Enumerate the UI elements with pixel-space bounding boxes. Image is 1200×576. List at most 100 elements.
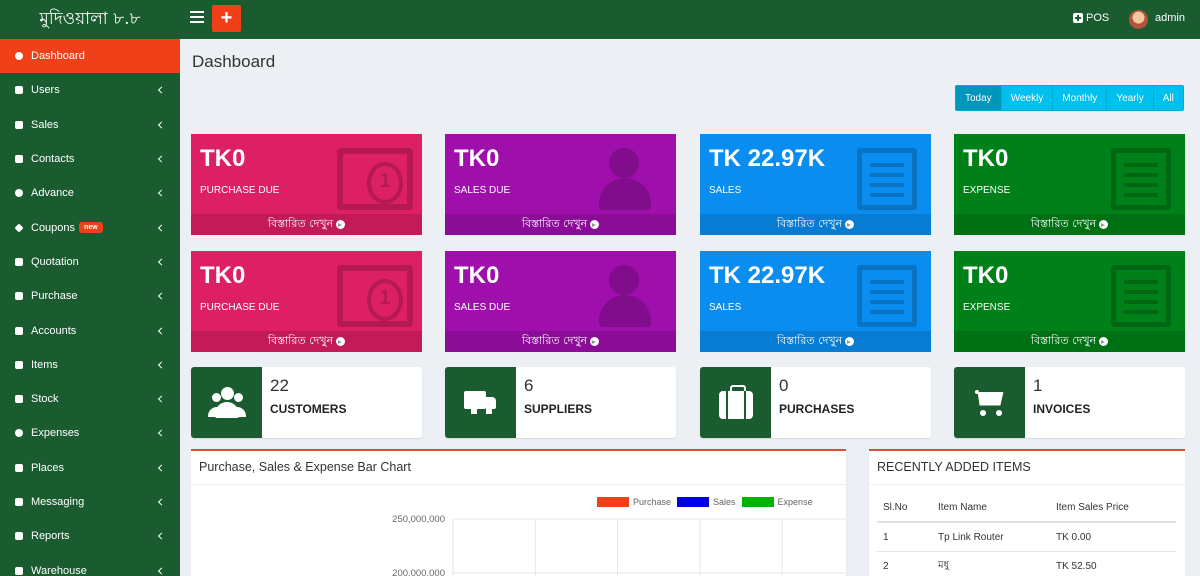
chevron-left-icon bbox=[157, 498, 166, 506]
chevron-left-icon bbox=[157, 258, 166, 266]
info-label: CUSTOMERS bbox=[270, 402, 347, 416]
stat-card-purchase-due: TK0 PURCHASE DUE বিস্তারিত দেখুন bbox=[191, 251, 422, 352]
envelope-icon bbox=[14, 497, 24, 507]
chevron-left-icon bbox=[157, 189, 166, 197]
y-tick-label: 200,000,000 bbox=[392, 568, 445, 576]
truck-icon bbox=[463, 390, 498, 415]
sidebar-item-label: Purchase bbox=[31, 290, 78, 303]
shopping-cart-icon bbox=[974, 389, 1006, 417]
sidebar-item-label: Dashboard bbox=[31, 50, 85, 63]
stat-card-purchase-due: TK0 PURCHASE DUE বিস্তারিত দেখুন bbox=[191, 134, 422, 235]
more-info-label: বিস্তারিত দেখুন bbox=[521, 334, 588, 347]
cart-icon bbox=[14, 120, 24, 130]
page-title: Dashboard bbox=[192, 52, 276, 71]
chevron-left-icon bbox=[157, 361, 166, 369]
arrow-circle-right-icon bbox=[336, 337, 346, 346]
stat-card-expense: TK0 EXPENSE বিস্তারিত দেখুন bbox=[954, 134, 1185, 235]
sidebar-item-places[interactable]: Places bbox=[0, 451, 180, 485]
stat-caption: SALES bbox=[709, 185, 742, 196]
more-info-link[interactable]: বিস্তারিত দেখুন bbox=[191, 214, 422, 235]
arrow-circle-right-icon bbox=[336, 220, 346, 229]
menu-toggle-icon[interactable] bbox=[190, 11, 204, 25]
arrow-circle-right-icon bbox=[590, 337, 600, 346]
more-info-link[interactable]: বিস্তারিত দেখুন bbox=[445, 331, 676, 352]
sidebar-item-label: Reports bbox=[31, 530, 70, 543]
stat-amount: TK0 bbox=[454, 262, 500, 289]
items-table: Sl.No Item Name Item Sales Price 1 Tp Link R… bbox=[877, 494, 1176, 576]
stat-card-sales: TK 22.97K SALES বিস্তারিত দেখুন bbox=[700, 134, 931, 235]
sidebar-item-advance[interactable]: Advance bbox=[0, 176, 180, 210]
info-icon-wrap bbox=[191, 367, 262, 438]
sidebar-item-purchase[interactable]: Purchase bbox=[0, 279, 180, 313]
range-monthly-button[interactable]: Monthly bbox=[1053, 86, 1108, 110]
sidebar-item-accounts[interactable]: Accounts bbox=[0, 313, 180, 347]
sidebar-item-reports[interactable]: Reports bbox=[0, 519, 180, 553]
stat-caption: PURCHASE DUE bbox=[200, 185, 280, 196]
stat-card-expense: TK0 EXPENSE বিস্তারিত দেখুন bbox=[954, 251, 1185, 352]
stat-caption: SALES DUE bbox=[454, 185, 511, 196]
calendar-check-icon bbox=[14, 257, 24, 267]
more-info-link[interactable]: বিস্তারিত দেখুন bbox=[700, 214, 931, 235]
info-icon-wrap bbox=[954, 367, 1025, 438]
table-cell: 1 bbox=[883, 531, 889, 543]
sidebar-item-label: Accounts bbox=[31, 324, 77, 337]
sidebar-item-sales[interactable]: Sales bbox=[0, 108, 180, 142]
pos-label: POS bbox=[1086, 12, 1110, 24]
sidebar: Dashboard Users Sales Contacts Advance Coupon… bbox=[0, 39, 180, 576]
minus-circle-icon bbox=[14, 428, 24, 438]
panel-divider bbox=[869, 484, 1185, 485]
chevron-left-icon bbox=[157, 429, 166, 437]
column-header: Sl.No bbox=[883, 502, 908, 513]
cubes-icon bbox=[14, 360, 24, 370]
range-weekly-button[interactable]: Weekly bbox=[1002, 86, 1054, 110]
more-info-link[interactable]: বিস্তারিত দেখুন bbox=[954, 214, 1185, 235]
chevron-left-icon bbox=[157, 532, 166, 540]
users-icon bbox=[209, 386, 245, 419]
user-plus-icon bbox=[14, 85, 24, 95]
stat-amount: TK0 bbox=[200, 262, 246, 289]
sidebar-item-label: Items bbox=[31, 358, 58, 371]
users-icon bbox=[591, 265, 667, 327]
sidebar-item-warehouse[interactable]: Warehouse bbox=[0, 553, 180, 576]
user-menu[interactable]: admin bbox=[1155, 12, 1185, 24]
sidebar-item-label: Warehouse bbox=[31, 564, 87, 576]
more-info-link[interactable]: বিস্তারিত দেখুন bbox=[191, 331, 422, 352]
arrow-circle-right-icon bbox=[845, 337, 855, 346]
sidebar-item-users[interactable]: Users bbox=[0, 73, 180, 107]
range-yearly-button[interactable]: Yearly bbox=[1107, 86, 1154, 110]
range-today-button[interactable]: Today bbox=[956, 86, 1002, 110]
column-header: Item Name bbox=[938, 502, 987, 513]
sidebar-item-label: Messaging bbox=[31, 496, 85, 508]
top-navbar: মুদিওয়ালা ৮.৮ + POS admin bbox=[0, 0, 1200, 39]
arrow-circle-right-icon bbox=[1099, 337, 1109, 346]
more-info-link[interactable]: বিস্তারিত দেখুন bbox=[700, 331, 931, 352]
sidebar-item-coupons[interactable]: Coupons new bbox=[0, 210, 180, 244]
info-icon-wrap bbox=[445, 367, 516, 438]
sidebar-item-items[interactable]: Items bbox=[0, 348, 180, 382]
bar-chart-icon bbox=[14, 531, 24, 541]
range-all-button[interactable]: All bbox=[1154, 86, 1183, 110]
sidebar-item-expenses[interactable]: Expenses bbox=[0, 416, 180, 450]
sidebar-item-contacts[interactable]: Contacts bbox=[0, 142, 180, 176]
sidebar-item-label: Places bbox=[31, 461, 65, 474]
more-info-link[interactable]: বিস্তারিত দেখুন bbox=[445, 214, 676, 235]
sidebar-item-quotation[interactable]: Quotation bbox=[0, 245, 180, 279]
recent-items-panel: RECENTLY ADDED ITEMS Sl.No Item Name Item … bbox=[869, 449, 1185, 576]
new-badge: new bbox=[79, 222, 103, 234]
chevron-left-icon bbox=[157, 155, 166, 163]
y-tick-label: 250,000,000 bbox=[392, 514, 445, 525]
brand-logo[interactable]: মুদিওয়ালা ৮.৮ bbox=[0, 0, 180, 39]
more-info-label: বিস্তারিত দেখুন bbox=[776, 217, 843, 230]
stat-amount: TK0 bbox=[454, 145, 500, 172]
quick-add-button[interactable]: + bbox=[212, 5, 241, 32]
building-icon bbox=[14, 566, 24, 576]
avatar[interactable] bbox=[1129, 10, 1148, 29]
table-header: Sl.No Item Name Item Sales Price bbox=[877, 494, 1176, 523]
sidebar-item-stock[interactable]: Stock bbox=[0, 382, 180, 416]
sidebar-item-dashboard[interactable]: Dashboard bbox=[0, 39, 180, 74]
pos-link[interactable]: POS bbox=[1073, 12, 1109, 24]
more-info-link[interactable]: বিস্তারিত দেখুন bbox=[954, 331, 1185, 352]
sidebar-item-messaging[interactable]: Messaging bbox=[0, 485, 180, 519]
sidebar-item-label: Stock bbox=[31, 393, 59, 406]
info-count: 22 bbox=[270, 376, 289, 395]
